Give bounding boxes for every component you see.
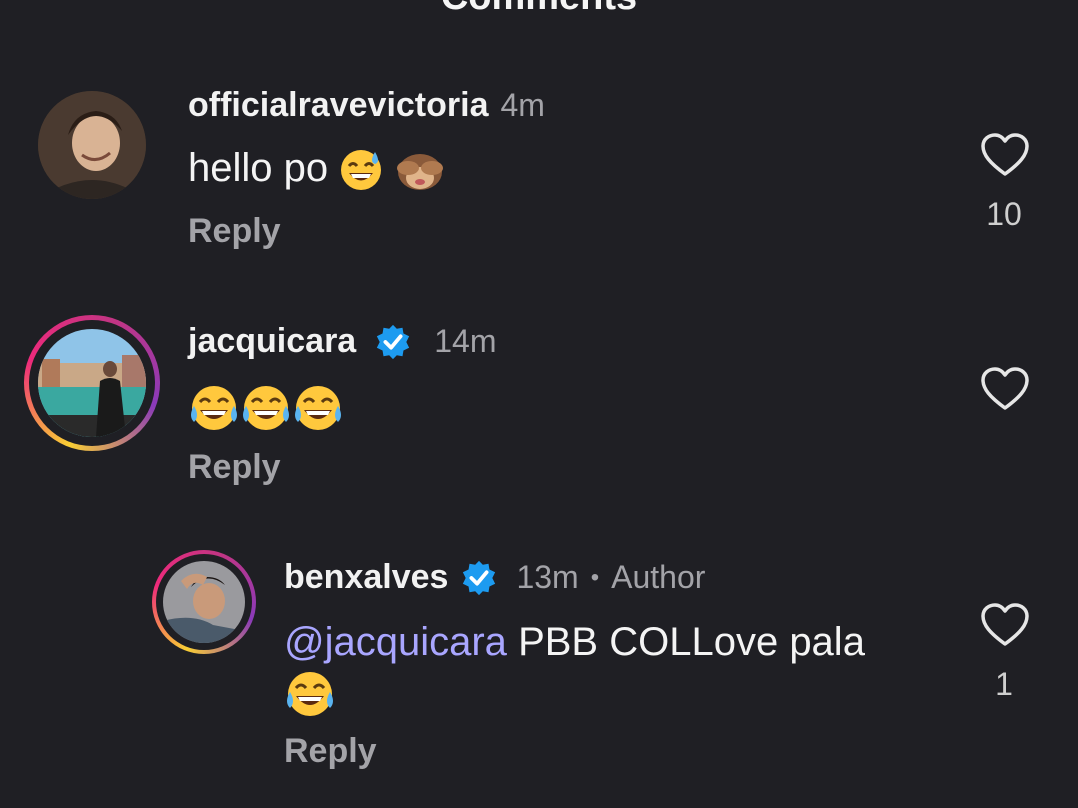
reply-button[interactable]: Reply <box>284 732 377 771</box>
verified-badge-icon <box>463 560 496 595</box>
comment-text <box>188 382 344 434</box>
reply-item: benxalves 13m • Author @jacquicara PBB C… <box>0 550 1078 800</box>
avatar[interactable] <box>163 561 245 643</box>
story-ring[interactable] <box>152 550 256 654</box>
like-count: 1 <box>995 666 1013 702</box>
avatar[interactable] <box>38 329 146 437</box>
separator-dot: • <box>590 563 600 591</box>
heart-icon[interactable] <box>980 366 1030 412</box>
heart-icon[interactable] <box>980 132 1030 178</box>
sweat-smile-emoji-icon <box>341 150 382 191</box>
comment-username[interactable]: officialravevictoria <box>188 86 488 125</box>
comment-time: 14m <box>434 323 497 359</box>
comment-username[interactable]: jacquicara <box>188 322 356 361</box>
avatar-photo <box>163 561 245 643</box>
avatar-photo <box>38 91 146 199</box>
reply-button[interactable]: Reply <box>188 448 281 487</box>
see-no-evil-monkey-emoji-icon <box>397 154 444 191</box>
mention-link[interactable]: @jacquicara <box>284 620 507 664</box>
story-ring[interactable] <box>24 315 160 451</box>
joy-emoji-icon <box>243 386 289 430</box>
reply-time: 13m <box>516 559 579 595</box>
joy-emoji-icon <box>287 672 333 716</box>
avatar-photo <box>38 329 146 437</box>
comment-item: jacquicara 14m Reply <box>0 310 1078 510</box>
joy-emoji-icon <box>295 386 341 430</box>
reply-username[interactable]: benxalves <box>284 558 448 597</box>
reply-text: PBB COLLove pala <box>518 620 865 664</box>
heart-icon[interactable] <box>980 602 1030 648</box>
comment-item: officialravevictoria 4m hello po Reply 1… <box>0 80 1078 270</box>
reply-button[interactable]: Reply <box>188 212 281 251</box>
verified-badge-icon <box>377 324 410 359</box>
like-count: 10 <box>986 196 1022 232</box>
sheet-title: Comments <box>0 0 1078 19</box>
comment-text: hello po <box>188 146 329 190</box>
avatar[interactable] <box>38 91 146 199</box>
comment-time: 4m <box>500 87 545 123</box>
author-tag: Author <box>611 559 706 595</box>
joy-emoji-icon <box>191 386 237 430</box>
